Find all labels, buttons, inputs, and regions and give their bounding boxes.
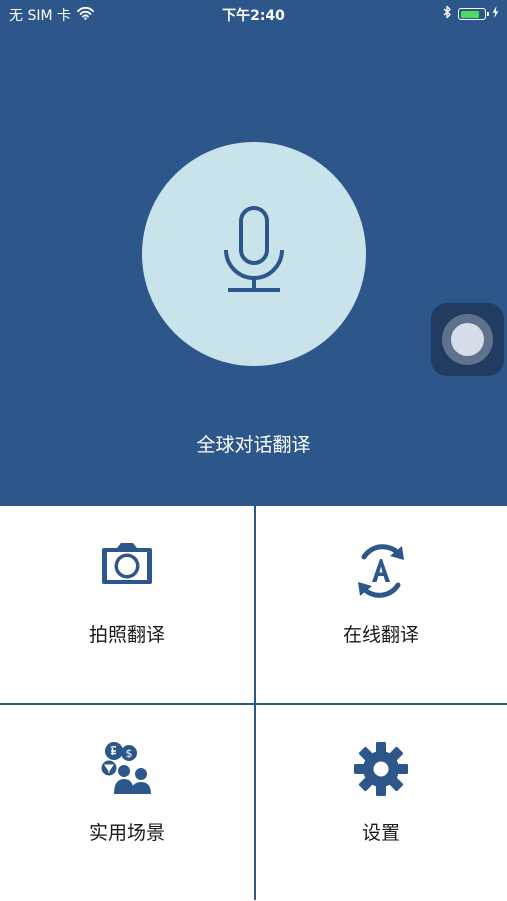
gear-icon (254, 740, 507, 798)
status-right (443, 5, 499, 23)
voice-translate-button[interactable] (142, 142, 366, 366)
bluetooth-icon (443, 5, 452, 23)
tile-settings[interactable]: 设置 (254, 704, 507, 901)
tile-label: 拍照翻译 (88, 624, 165, 646)
feature-grid: 拍照翻译 在线翻译 $ 实用场景 设置 (0, 506, 507, 900)
header-panel: 无 SIM 卡 下午2:40 全球对话翻译 (0, 0, 507, 506)
camera-icon (0, 542, 254, 586)
battery-icon (458, 8, 489, 20)
battery-cap (487, 12, 489, 16)
refresh-translate-icon (254, 542, 507, 600)
tile-label: 实用场景 (88, 822, 165, 844)
grid-divider-horizontal (0, 703, 507, 705)
assistive-touch-button[interactable] (431, 303, 504, 376)
status-time: 下午2:40 (222, 8, 285, 24)
tile-label: 设置 (361, 822, 400, 844)
tile-label: 在线翻译 (342, 624, 419, 646)
tile-online-translate[interactable]: 在线翻译 (254, 506, 507, 703)
voice-translate-label: 全球对话翻译 (196, 434, 311, 456)
charging-bolt-icon (492, 6, 499, 22)
battery-level-fill (460, 10, 480, 18)
tile-photo-translate[interactable]: 拍照翻译 (0, 506, 254, 703)
tile-practical-scenes[interactable]: $ 实用场景 (0, 704, 254, 901)
microphone-icon (222, 206, 286, 302)
status-bar: 无 SIM 卡 下午2:40 (0, 0, 507, 28)
svg-text:$: $ (126, 747, 133, 760)
assistive-dot (451, 323, 484, 356)
scenes-people-icon: $ (0, 740, 254, 796)
